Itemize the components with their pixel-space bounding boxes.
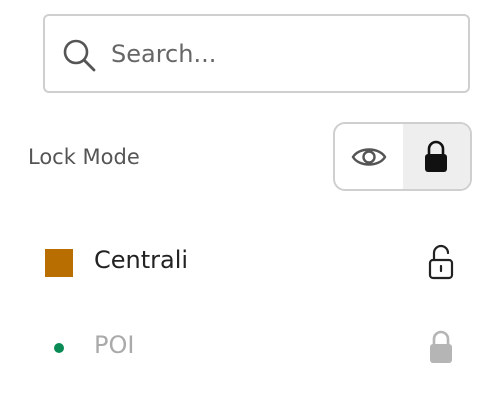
lock-mode-label: Lock Mode bbox=[28, 145, 140, 169]
layer-row-centrali[interactable]: Centrali bbox=[0, 233, 500, 293]
lock-mode-option[interactable] bbox=[402, 124, 470, 189]
lock-open-icon[interactable] bbox=[424, 243, 458, 281]
search-input[interactable] bbox=[111, 34, 451, 74]
layer-name: POI bbox=[94, 331, 135, 359]
lock-mode-toggle[interactable] bbox=[333, 122, 472, 191]
lock-closed-icon bbox=[425, 140, 448, 172]
eye-icon bbox=[351, 147, 387, 166]
search-icon bbox=[63, 39, 96, 72]
layer-row-poi[interactable]: POI bbox=[0, 318, 500, 378]
layer-name: Centrali bbox=[94, 246, 189, 274]
layer-color-swatch bbox=[45, 249, 73, 277]
lock-closed-icon[interactable] bbox=[424, 328, 458, 366]
search-box[interactable] bbox=[43, 14, 470, 93]
layer-color-dot bbox=[54, 343, 64, 353]
view-mode-option[interactable] bbox=[335, 124, 403, 189]
